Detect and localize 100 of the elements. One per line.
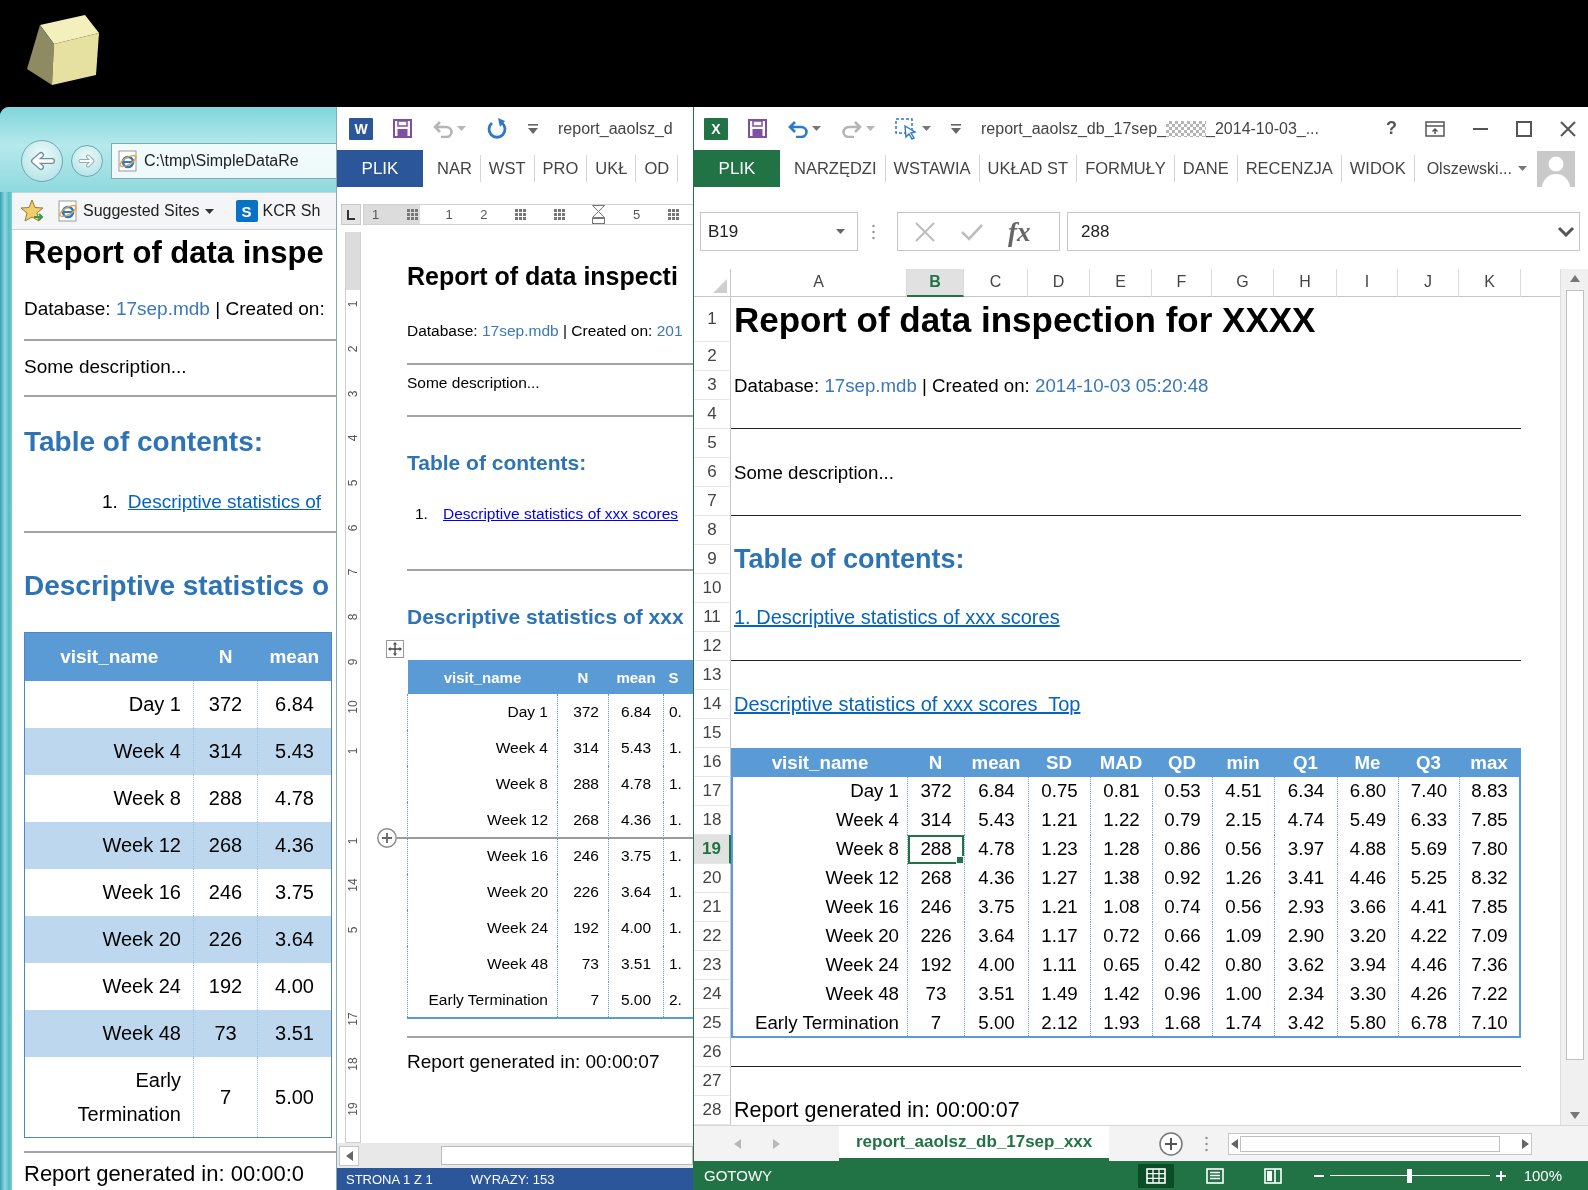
star-icon[interactable] (20, 199, 46, 223)
check-icon[interactable] (960, 222, 984, 241)
row-header[interactable]: 2 (694, 342, 731, 371)
arrow-right-icon[interactable] (1522, 1138, 1530, 1149)
plus-circle-icon[interactable] (377, 828, 397, 848)
row-header[interactable]: 21 (694, 893, 731, 922)
ribbon-tab[interactable]: NARZĘDZI (786, 155, 886, 182)
drag-handle-icon[interactable] (872, 223, 875, 240)
ribbon-tab[interactable]: WST (480, 155, 535, 182)
arrow-left-icon[interactable] (1231, 1138, 1239, 1149)
column-header[interactable]: I (1337, 269, 1398, 297)
move-handle-icon[interactable] (386, 640, 404, 658)
ribbon-tab[interactable]: PRO (534, 155, 588, 182)
row-header[interactable]: 23 (694, 951, 731, 980)
horizontal-scrollbar[interactable] (1228, 1132, 1533, 1155)
close-icon[interactable] (1560, 120, 1576, 137)
toc-link[interactable]: Descriptive statistics of (127, 491, 322, 513)
row-header[interactable]: 16 (694, 748, 731, 777)
grid-view-icon[interactable] (1137, 1163, 1174, 1188)
row-header[interactable]: 3 (694, 371, 731, 400)
ribbon-tab[interactable]: NAR (429, 155, 481, 182)
column-header[interactable]: H (1274, 269, 1337, 297)
chevron-down-icon[interactable] (1557, 226, 1575, 237)
row-header[interactable]: 6 (694, 458, 731, 487)
column-header[interactable]: G (1212, 269, 1274, 297)
ribbon-options-icon[interactable] (1425, 120, 1445, 137)
help-button[interactable]: ? (1386, 118, 1397, 139)
zoom-out-icon[interactable] (1313, 1174, 1324, 1177)
vertical-ruler[interactable]: 1 2 3 4 5 6 7 8 9 10 1 1 14 5 17 18 19 (345, 232, 361, 1143)
address-field[interactable]: C:\tmp\SimpleDataRe (111, 143, 336, 179)
grid-marker-icon[interactable] (406, 209, 418, 220)
arrow-down-icon[interactable] (1569, 1112, 1580, 1119)
plus-circle-icon[interactable] (1159, 1131, 1184, 1156)
row-header[interactable]: 12 (694, 632, 731, 661)
caret-icon[interactable] (812, 126, 821, 131)
scrollbar-thumb[interactable] (1240, 1135, 1501, 1152)
grid-marker-icon[interactable] (553, 209, 565, 220)
favorites-item[interactable]: S KCR Sh (235, 200, 321, 222)
row-header[interactable]: 5 (694, 429, 731, 458)
name-box[interactable]: B19 (700, 212, 858, 251)
row-header[interactable]: 15 (694, 719, 731, 748)
horizontal-ruler[interactable]: 1 1 2 5 (363, 204, 693, 225)
undo-icon[interactable] (787, 119, 809, 138)
toc-link[interactable]: Descriptive statistics of xxx scores (442, 505, 679, 523)
touch-pointer-icon[interactable] (895, 117, 919, 140)
back-button[interactable] (21, 140, 63, 182)
row-header[interactable]: 1 (694, 297, 731, 342)
ribbon-tab[interactable]: UKŁ (587, 155, 637, 182)
column-header[interactable]: D (1028, 269, 1090, 297)
app-logo[interactable]: X (704, 117, 728, 140)
row-header[interactable]: 26 (694, 1038, 731, 1067)
circular-arrow-icon[interactable] (486, 117, 508, 140)
hyperlink[interactable]: 1. Descriptive statistics of xxx scores (734, 603, 1060, 632)
column-header[interactable]: B (907, 269, 964, 297)
favorites-item[interactable]: Suggested Sites (58, 200, 214, 222)
file-tab[interactable]: PLIK (337, 150, 423, 187)
drag-handle-icon[interactable] (1205, 1135, 1209, 1152)
forward-button[interactable] (71, 145, 103, 177)
row-header[interactable]: 7 (694, 487, 731, 516)
app-logo[interactable]: W (349, 117, 373, 140)
sheet-tab[interactable]: report_aaolsz_db_17sep_xxx (839, 1126, 1110, 1161)
row-header[interactable]: 9 (694, 545, 731, 574)
row-header[interactable]: 11 (694, 603, 731, 632)
file-tab[interactable]: PLIK (694, 150, 780, 187)
row-header[interactable]: 10 (694, 574, 731, 603)
caret-icon[interactable] (922, 126, 931, 131)
row-header[interactable]: 8 (694, 516, 731, 545)
save-icon[interactable] (748, 119, 767, 138)
scrollbar-thumb[interactable] (1565, 290, 1584, 1060)
row-header[interactable]: 20 (694, 864, 731, 893)
arrow-up-icon[interactable] (1569, 275, 1580, 282)
ribbon-tab[interactable]: OD (636, 155, 679, 182)
row-header[interactable]: 19 (694, 835, 731, 864)
row-header[interactable]: 14 (694, 690, 731, 719)
zoom-in-icon[interactable] (1495, 1170, 1506, 1181)
save-icon[interactable] (393, 119, 412, 138)
customize-icon[interactable] (528, 122, 538, 135)
insert-function-button[interactable]: fx (1008, 216, 1031, 247)
ribbon-tab[interactable]: WIDOK (1341, 155, 1415, 182)
row-header[interactable]: 27 (694, 1067, 731, 1096)
vertical-scrollbar[interactable] (1560, 269, 1588, 1125)
grid-marker-icon[interactable] (515, 209, 527, 220)
customize-icon[interactable] (951, 122, 961, 135)
row-header[interactable]: 17 (694, 777, 731, 806)
ribbon-tab[interactable]: WSTAWIA (885, 155, 980, 182)
ribbon-tab[interactable]: FORMUŁY (1077, 155, 1175, 182)
column-header[interactable]: C (964, 269, 1028, 297)
row-header[interactable]: 4 (694, 400, 731, 429)
column-header[interactable]: J (1398, 269, 1459, 297)
indent-marker-icon[interactable] (592, 205, 606, 224)
grid-marker-icon[interactable] (667, 209, 679, 220)
tab-stop-icon[interactable] (341, 204, 361, 225)
row-header[interactable]: 25 (694, 1009, 731, 1038)
formula-field[interactable]: 288 (1067, 212, 1580, 251)
scrollbar-thumb[interactable] (441, 1146, 693, 1165)
row-header[interactable]: 13 (694, 661, 731, 690)
ribbon-tab[interactable]: RECENZJA (1237, 155, 1342, 182)
maximize-icon[interactable] (1516, 120, 1532, 137)
column-header[interactable]: F (1152, 269, 1212, 297)
column-header[interactable]: K (1459, 269, 1521, 297)
